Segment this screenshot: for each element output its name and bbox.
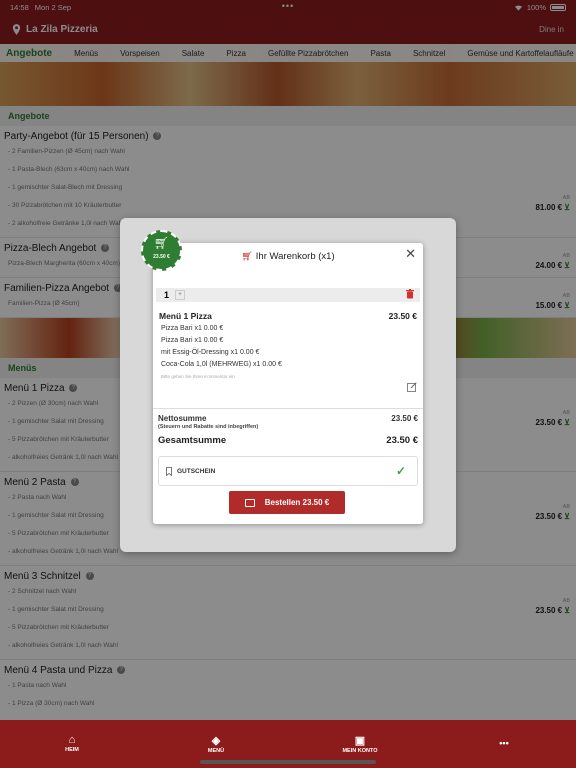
bookmark-icon <box>166 466 172 476</box>
home-icon: ⌂ <box>68 734 76 746</box>
check-icon[interactable]: ✓ <box>396 464 406 478</box>
account-bag-icon: ▣ <box>354 735 366 747</box>
tax-note: (Steuern und Rabatte sind inbegriffen) <box>158 424 259 430</box>
tab-menu-label: MENÜ <box>207 748 225 754</box>
product-option: Pizza Bari x1 0.00 € <box>161 325 224 332</box>
cart-modal: 🛒︎ Ihr Warenkorb (x1) ✕ 1 + Menü 1 Pizza… <box>153 243 423 524</box>
quantity-value: 1 <box>164 290 170 300</box>
cart-badge[interactable]: 🛒︎ 23.50 € <box>141 230 182 271</box>
tab-account-label: MEIN KONTO <box>342 748 378 754</box>
order-button[interactable]: Bestellen 23.50 € <box>229 491 345 514</box>
wallet-icon <box>244 498 255 507</box>
cart-modal-header: 🛒︎ Ihr Warenkorb (x1) ✕ <box>153 243 423 269</box>
trash-icon[interactable] <box>406 289 414 299</box>
product-option: Coca-Cola 1,0l (MEHRWEG) x1 0.00 € <box>161 361 282 368</box>
tag-icon: ◈ <box>211 735 221 747</box>
tab-account[interactable]: ▣ MEIN KONTO <box>330 734 390 754</box>
quantity-row: 1 + <box>156 288 420 302</box>
cart-icon: 🛒︎ <box>241 250 253 261</box>
cart-modal-title: Ihr Warenkorb (x1) <box>255 250 335 262</box>
order-button-label: Bestellen 23.50 € <box>264 498 330 507</box>
comment-hint[interactable]: Bitte geben Sie Ihren Kommentar ein <box>161 374 417 379</box>
home-indicator[interactable] <box>200 760 376 764</box>
net-total-value: 23.50 € <box>391 414 418 423</box>
more-icon: ••• <box>499 738 509 748</box>
tab-menu[interactable]: ◈ MENÜ <box>186 734 246 754</box>
grand-total-value: 23.50 € <box>386 435 418 446</box>
shopping-cart-icon: 🛒︎ <box>153 236 170 250</box>
tab-more[interactable]: ••• <box>474 738 534 748</box>
edit-icon[interactable] <box>407 382 417 392</box>
grand-total-label: Gesamtsumme <box>158 435 227 446</box>
close-icon[interactable]: ✕ <box>405 246 416 262</box>
voucher-label: GUTSCHEIN <box>177 467 216 475</box>
product-name: Menü 1 Pizza <box>159 311 212 321</box>
cart-product: Menü 1 Pizza 23.50 € Pizza Bari x1 0.00 … <box>159 311 417 379</box>
voucher-field[interactable]: GUTSCHEIN ✓ <box>158 456 418 486</box>
cart-totals: Nettosumme 23.50 € (Steuern und Rabatte … <box>153 408 423 446</box>
increase-quantity-button[interactable]: + <box>175 290 186 300</box>
cart-badge-amount: 23.50 € <box>153 254 170 260</box>
product-option: mit Essig-Öl-Dressing x1 0.00 € <box>161 349 260 356</box>
tab-home[interactable]: ⌂ HEIM <box>42 734 102 753</box>
net-total-label: Nettosumme <box>158 414 207 423</box>
product-price: 23.50 € <box>388 311 417 321</box>
tab-home-label: HEIM <box>65 747 79 753</box>
product-option: Pizza Bari x1 0.00 € <box>161 337 224 344</box>
